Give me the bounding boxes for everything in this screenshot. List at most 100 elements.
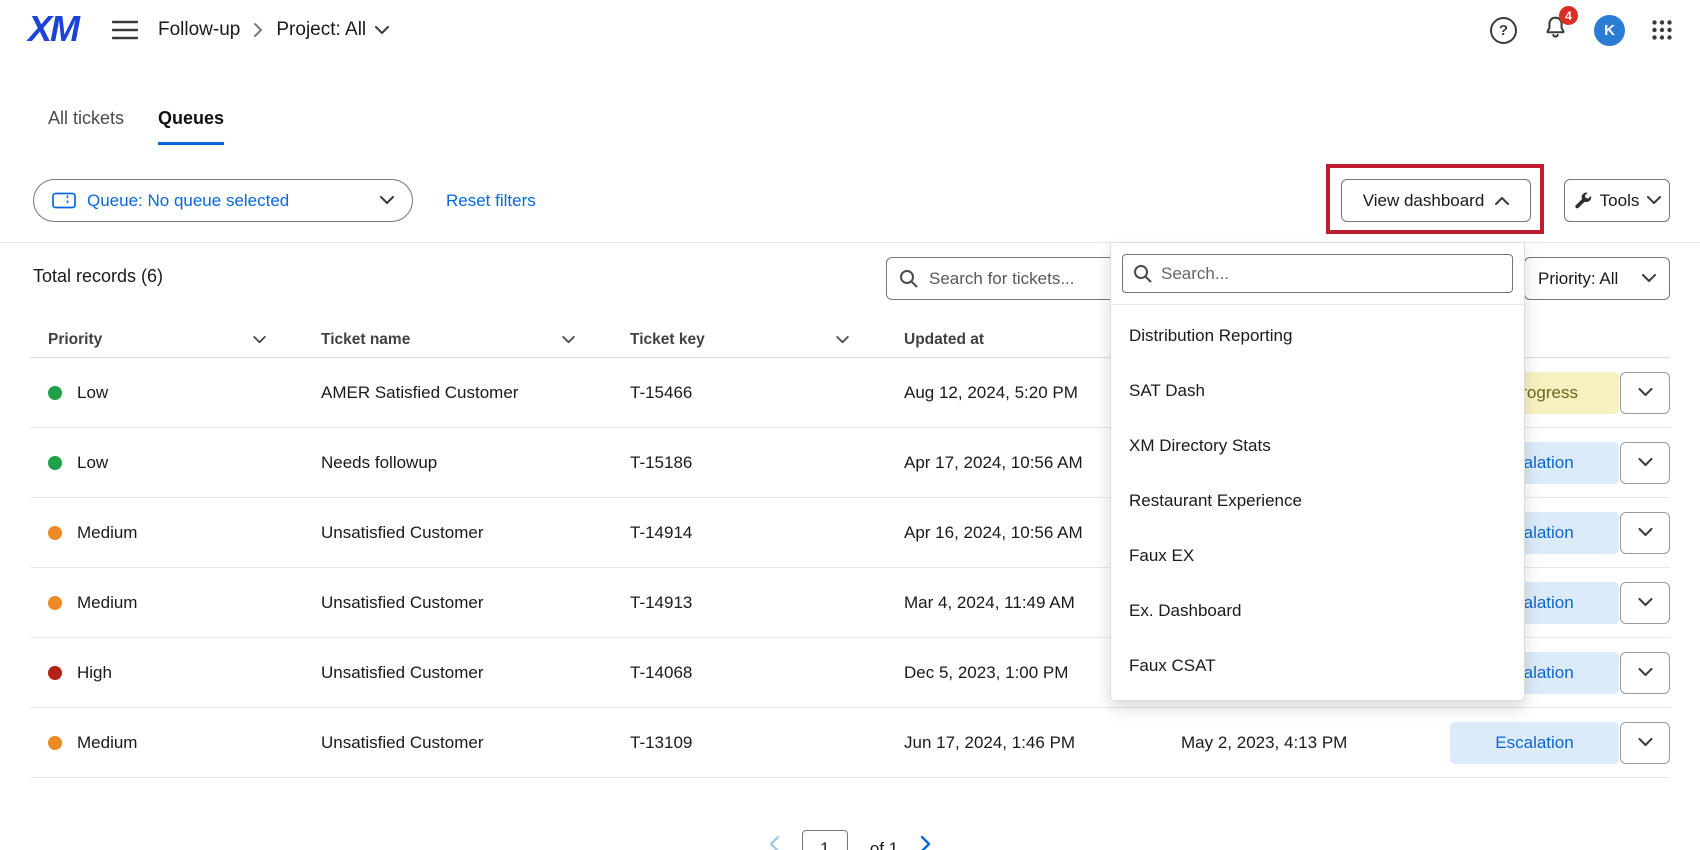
topbar-actions: ? 4 K: [1490, 0, 1674, 60]
help-button[interactable]: ?: [1490, 17, 1517, 44]
dashboard-item[interactable]: Ex. Dashboard: [1111, 583, 1524, 638]
dashboard-item[interactable]: Restaurant Experience: [1111, 473, 1524, 528]
sort-chevron-icon: [562, 336, 575, 344]
search-icon: [1133, 264, 1152, 283]
dashboard-item[interactable]: Faux CSAT: [1111, 638, 1524, 693]
status-chevron-button[interactable]: [1620, 652, 1670, 694]
table-row[interactable]: Medium Unsatisfied Customer T-13109 Jun …: [30, 708, 1670, 778]
ticket-key: T-15466: [630, 383, 692, 403]
avatar[interactable]: K: [1594, 15, 1625, 46]
project-selector[interactable]: Project: All: [276, 19, 389, 41]
hamburger-menu-button[interactable]: [112, 20, 138, 45]
page-number: 1: [820, 839, 829, 850]
priority-dot: [48, 456, 62, 470]
page-count-label: of 1: [870, 830, 898, 850]
priority-dot: [48, 386, 62, 400]
chevron-right-icon: [920, 835, 931, 850]
column-label: Ticket key: [630, 331, 705, 349]
priority-filter-dropdown[interactable]: Priority: All: [1524, 257, 1670, 300]
priority-label: Low: [77, 383, 108, 403]
dashboard-search-input[interactable]: [1161, 264, 1502, 284]
ticket-name: Unsatisfied Customer: [321, 663, 484, 683]
column-label: Priority: [48, 331, 102, 349]
dashboard-search-box: [1122, 254, 1513, 293]
priority-cell: Medium: [48, 733, 137, 753]
priority-dot: [48, 736, 62, 750]
sort-chevron-icon: [253, 336, 266, 344]
column-header-updated-at[interactable]: Updated at: [904, 331, 1133, 349]
dashboard-item[interactable]: Faux EX: [1111, 528, 1524, 583]
view-tabs: All tickets Queues: [48, 108, 224, 145]
priority-dot: [48, 596, 62, 610]
tab-queues[interactable]: Queues: [158, 108, 224, 145]
chevron-left-icon: [769, 835, 780, 850]
priority-label: Medium: [77, 523, 137, 543]
status-chevron-button[interactable]: [1620, 442, 1670, 484]
chevron-down-icon: [1638, 388, 1653, 397]
chevron-down-icon: [375, 26, 389, 35]
ticket-name: Unsatisfied Customer: [321, 523, 484, 543]
hamburger-icon: [112, 20, 138, 40]
second-date: May 2, 2023, 4:13 PM: [1181, 733, 1347, 753]
apps-grid-button[interactable]: [1650, 18, 1674, 42]
column-header-ticket-key[interactable]: Ticket key: [630, 331, 849, 349]
priority-cell: Medium: [48, 593, 137, 613]
updated-at: Aug 12, 2024, 5:20 PM: [904, 383, 1078, 403]
ticket-icon: [52, 192, 76, 209]
dashboard-item[interactable]: Distribution Reporting: [1111, 308, 1524, 363]
ticket-key: T-15186: [630, 453, 692, 473]
priority-cell: High: [48, 663, 112, 683]
breadcrumb-section[interactable]: Follow-up: [158, 19, 240, 41]
chevron-down-icon: [380, 196, 394, 205]
xm-logo: XM: [28, 8, 78, 50]
status-chevron-button[interactable]: [1620, 582, 1670, 624]
reset-filters-link[interactable]: Reset filters: [446, 179, 536, 222]
status-pill[interactable]: Escalation: [1450, 722, 1619, 764]
tab-all-tickets[interactable]: All tickets: [48, 108, 124, 145]
dashboard-item[interactable]: XM Directory Stats: [1111, 418, 1524, 473]
updated-at: Apr 17, 2024, 10:56 AM: [904, 453, 1083, 473]
ticket-key: T-13109: [630, 733, 692, 753]
dashboard-item[interactable]: SAT Dash: [1111, 363, 1524, 418]
breadcrumb: Follow-up Project: All: [158, 0, 389, 60]
tools-label: Tools: [1600, 191, 1640, 211]
column-header-ticket-name[interactable]: Ticket name: [321, 331, 575, 349]
priority-cell: Low: [48, 383, 108, 403]
prev-page-button[interactable]: [769, 830, 780, 850]
total-records-label: Total records (6): [33, 266, 163, 287]
column-header-priority[interactable]: Priority: [48, 331, 266, 349]
column-label: Ticket name: [321, 331, 410, 349]
ticket-key: T-14914: [630, 523, 692, 543]
queue-selector-button[interactable]: Queue: No queue selected: [33, 179, 413, 222]
priority-label: High: [77, 663, 112, 683]
priority-filter-label: Priority: All: [1538, 269, 1618, 289]
view-dashboard-button[interactable]: View dashboard: [1341, 179, 1531, 222]
priority-cell: Low: [48, 453, 108, 473]
priority-label: Medium: [77, 593, 137, 613]
apps-grid-icon: [1650, 18, 1674, 42]
priority-dot: [48, 526, 62, 540]
chevron-down-icon: [1638, 738, 1653, 747]
queue-selector-label: Queue: No queue selected: [87, 191, 289, 211]
chevron-down-icon: [1638, 458, 1653, 467]
priority-label: Medium: [77, 733, 137, 753]
ticket-key: T-14913: [630, 593, 692, 613]
column-label: Updated at: [904, 331, 984, 349]
updated-at: Jun 17, 2024, 1:46 PM: [904, 733, 1075, 753]
priority-dot: [48, 666, 62, 680]
chevron-down-icon: [1638, 598, 1653, 607]
notification-badge: 4: [1559, 6, 1578, 25]
updated-at: Dec 5, 2023, 1:00 PM: [904, 663, 1068, 683]
status-chevron-button[interactable]: [1620, 512, 1670, 554]
chevron-up-icon: [1495, 196, 1509, 205]
chevron-down-icon: [1638, 668, 1653, 677]
status-chevron-button[interactable]: [1620, 722, 1670, 764]
next-page-button[interactable]: [920, 830, 931, 850]
status-chevron-button[interactable]: [1620, 372, 1670, 414]
help-icon: ?: [1499, 22, 1508, 39]
pagination: 1 of 1: [0, 830, 1700, 850]
priority-cell: Medium: [48, 523, 137, 543]
page-number-box[interactable]: 1: [802, 830, 848, 850]
notifications-button[interactable]: 4: [1542, 14, 1569, 46]
tools-button[interactable]: Tools: [1564, 179, 1670, 222]
